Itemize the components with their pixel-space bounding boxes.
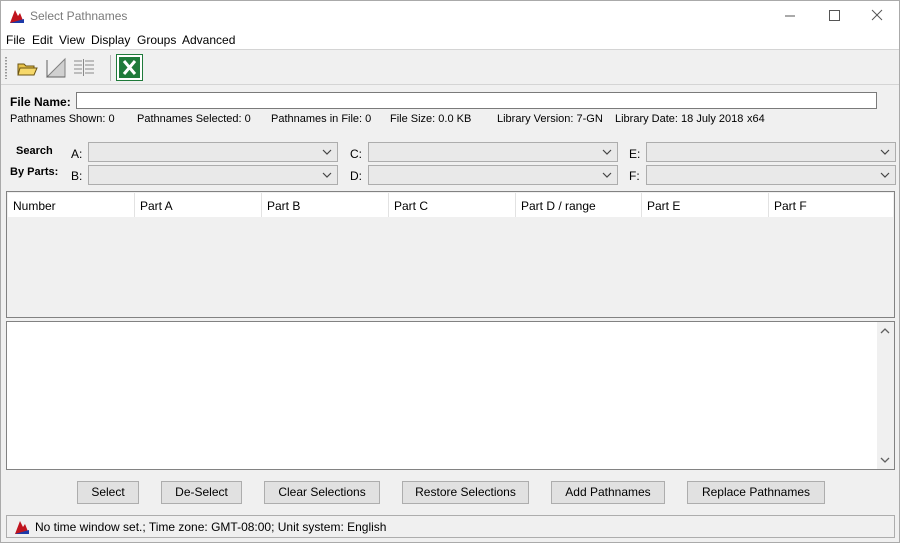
part-e-combo[interactable] bbox=[646, 142, 896, 162]
restore-selections-button[interactable]: Restore Selections bbox=[402, 481, 529, 504]
table-header: Number Part A Part B Part C Part D / ran… bbox=[8, 193, 893, 217]
column-header-part-e[interactable]: Part E bbox=[642, 193, 769, 217]
part-a-label: A: bbox=[71, 147, 83, 161]
chevron-down-icon bbox=[880, 149, 890, 155]
scroll-up-icon[interactable] bbox=[880, 326, 890, 336]
select-button[interactable]: Select bbox=[77, 481, 139, 504]
add-pathnames-button[interactable]: Add Pathnames bbox=[551, 481, 665, 504]
close-button[interactable] bbox=[854, 1, 900, 31]
status-text: No time window set.; Time zone: GMT-08:0… bbox=[35, 520, 387, 534]
menu-groups[interactable]: Groups bbox=[137, 33, 176, 47]
architecture: x64 bbox=[747, 113, 765, 125]
file-size: File Size: 0.0 KB bbox=[390, 113, 472, 125]
library-version: Library Version: 7-GN bbox=[497, 113, 603, 125]
pathnames-in-file: Pathnames in File: 0 bbox=[271, 113, 372, 125]
selected-pathnames-area[interactable] bbox=[6, 321, 895, 470]
toolbar-grip[interactable] bbox=[5, 57, 7, 79]
by-parts-label: By Parts: bbox=[10, 166, 59, 178]
replace-pathnames-button[interactable]: Replace Pathnames bbox=[687, 481, 825, 504]
plot-button[interactable] bbox=[44, 56, 68, 80]
window-title: Select Pathnames bbox=[30, 9, 128, 23]
graph-icon bbox=[45, 57, 66, 78]
toolbar bbox=[1, 49, 899, 85]
pathnames-shown: Pathnames Shown: 0 bbox=[10, 113, 115, 125]
column-header-part-f[interactable]: Part F bbox=[769, 193, 893, 217]
column-header-part-b[interactable]: Part B bbox=[262, 193, 389, 217]
part-e-label: E: bbox=[629, 147, 641, 161]
column-header-number[interactable]: Number bbox=[8, 193, 135, 217]
maximize-icon bbox=[829, 10, 840, 21]
menu-edit[interactable]: Edit bbox=[32, 33, 53, 47]
chevron-down-icon bbox=[602, 172, 612, 178]
part-b-label: B: bbox=[71, 169, 83, 183]
file-name-label: File Name: bbox=[10, 95, 71, 109]
toolbar-separator bbox=[110, 55, 111, 81]
menu-view[interactable]: View bbox=[59, 33, 85, 47]
file-name-field[interactable] bbox=[76, 92, 877, 109]
title-bar: Select Pathnames bbox=[1, 1, 899, 31]
menu-bar: File Edit View Display Groups Advanced bbox=[1, 31, 899, 49]
column-header-part-a[interactable]: Part A bbox=[135, 193, 262, 217]
pathnames-selected: Pathnames Selected: 0 bbox=[137, 113, 251, 125]
close-icon bbox=[871, 9, 883, 21]
search-label: Search bbox=[16, 145, 53, 157]
open-folder-icon bbox=[17, 63, 38, 76]
open-file-button[interactable] bbox=[15, 56, 39, 80]
status-bar: No time window set.; Time zone: GMT-08:0… bbox=[6, 515, 895, 538]
export-excel-button[interactable] bbox=[116, 54, 143, 81]
excel-icon bbox=[116, 54, 143, 81]
maximize-button[interactable] bbox=[811, 1, 857, 31]
vertical-scrollbar[interactable] bbox=[877, 322, 894, 469]
deselect-button[interactable]: De-Select bbox=[161, 481, 242, 504]
part-d-label: D: bbox=[350, 169, 362, 183]
menu-display[interactable]: Display bbox=[91, 33, 130, 47]
chevron-down-icon bbox=[322, 172, 332, 178]
part-c-combo[interactable] bbox=[368, 142, 618, 162]
chevron-down-icon bbox=[880, 172, 890, 178]
minimize-button[interactable] bbox=[767, 1, 813, 31]
chevron-down-icon bbox=[322, 149, 332, 155]
part-f-combo[interactable] bbox=[646, 165, 896, 185]
clear-selections-button[interactable]: Clear Selections bbox=[264, 481, 380, 504]
part-c-label: C: bbox=[350, 147, 362, 161]
app-logo-icon bbox=[15, 521, 29, 534]
select-pathnames-window: Select Pathnames File Edit View Display … bbox=[0, 0, 900, 543]
part-f-label: F: bbox=[629, 169, 640, 183]
menu-file[interactable]: File bbox=[6, 33, 25, 47]
part-d-combo[interactable] bbox=[368, 165, 618, 185]
column-header-part-c[interactable]: Part C bbox=[389, 193, 516, 217]
part-b-combo[interactable] bbox=[88, 165, 338, 185]
library-date: Library Date: 18 July 2018 bbox=[615, 113, 744, 125]
part-a-combo[interactable] bbox=[88, 142, 338, 162]
scroll-down-icon[interactable] bbox=[880, 455, 890, 465]
tabulate-button[interactable] bbox=[72, 56, 96, 80]
pathname-table[interactable]: Number Part A Part B Part C Part D / ran… bbox=[6, 191, 895, 318]
app-logo-icon bbox=[10, 10, 24, 23]
chevron-down-icon bbox=[602, 149, 612, 155]
table-icon bbox=[74, 59, 94, 76]
minimize-icon bbox=[785, 15, 795, 17]
column-header-part-d-range[interactable]: Part D / range bbox=[516, 193, 642, 217]
menu-advanced[interactable]: Advanced bbox=[182, 33, 235, 47]
